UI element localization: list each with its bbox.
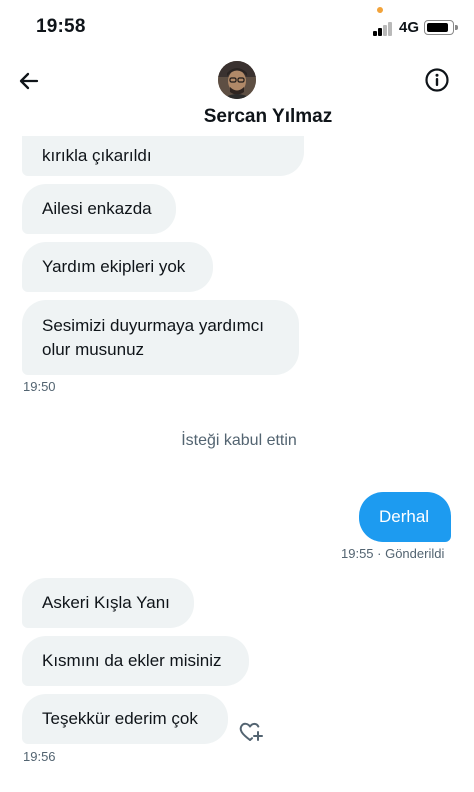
- message-timestamp: 19:56: [23, 749, 56, 764]
- arrow-left-icon: [19, 72, 39, 90]
- message-bubble-incoming[interactable]: Kısmını da ekler misiniz: [22, 636, 249, 686]
- heart-plus-icon: [239, 722, 263, 741]
- message-text: Kısmını da ekler misiniz: [42, 651, 222, 670]
- info-icon: [425, 68, 449, 92]
- contact-name[interactable]: Sercan Yılmaz: [0, 106, 474, 128]
- message-text-line: olur musunuz: [42, 339, 145, 359]
- message-text: Derhal: [379, 507, 430, 526]
- message-text: Teşekkür ederim çok: [42, 709, 198, 728]
- network-type: 4G: [399, 19, 420, 36]
- signal-icon: [373, 22, 395, 36]
- message-bubble-incoming[interactable]: Sesimizi duyurmaya yardımcı olur musunuz: [22, 300, 299, 375]
- back-button[interactable]: [14, 66, 44, 96]
- battery-icon: [424, 20, 458, 35]
- status-time: 19:58: [36, 16, 86, 37]
- message-bubble-incoming[interactable]: kırıkla çıkarıldı: [22, 136, 304, 176]
- info-button[interactable]: [424, 67, 450, 93]
- message-timestamp: 19:50: [23, 379, 56, 394]
- sent-status: 19:55 · Gönderildi: [341, 546, 445, 561]
- privacy-indicator-dot: [377, 7, 383, 13]
- avatar[interactable]: [218, 61, 256, 99]
- message-bubble-incoming[interactable]: Teşekkür ederim çok: [22, 694, 228, 744]
- message-bubble-incoming[interactable]: Askeri Kışla Yanı: [22, 578, 194, 628]
- message-text: kırıkla çıkarıldı: [42, 146, 152, 165]
- message-bubble-incoming[interactable]: Yardım ekipleri yok: [22, 242, 213, 292]
- message-text-line: Sesimizi duyurmaya yardımcı: [42, 315, 265, 335]
- message-bubble-incoming[interactable]: Ailesi enkazda: [22, 184, 176, 234]
- avatar-image: [218, 61, 256, 99]
- system-notice: İsteği kabul ettin: [181, 432, 297, 449]
- message-text: Askeri Kışla Yanı: [42, 593, 170, 612]
- message-text: Yardım ekipleri yok: [42, 257, 186, 276]
- status-bar: 19:58 4G: [0, 0, 474, 52]
- message-text: Ailesi enkazda: [42, 199, 152, 218]
- conversation-header: Sercan Yılmaz: [0, 52, 474, 136]
- message-bubble-outgoing[interactable]: Derhal: [359, 492, 451, 542]
- add-reaction-button[interactable]: [238, 720, 264, 744]
